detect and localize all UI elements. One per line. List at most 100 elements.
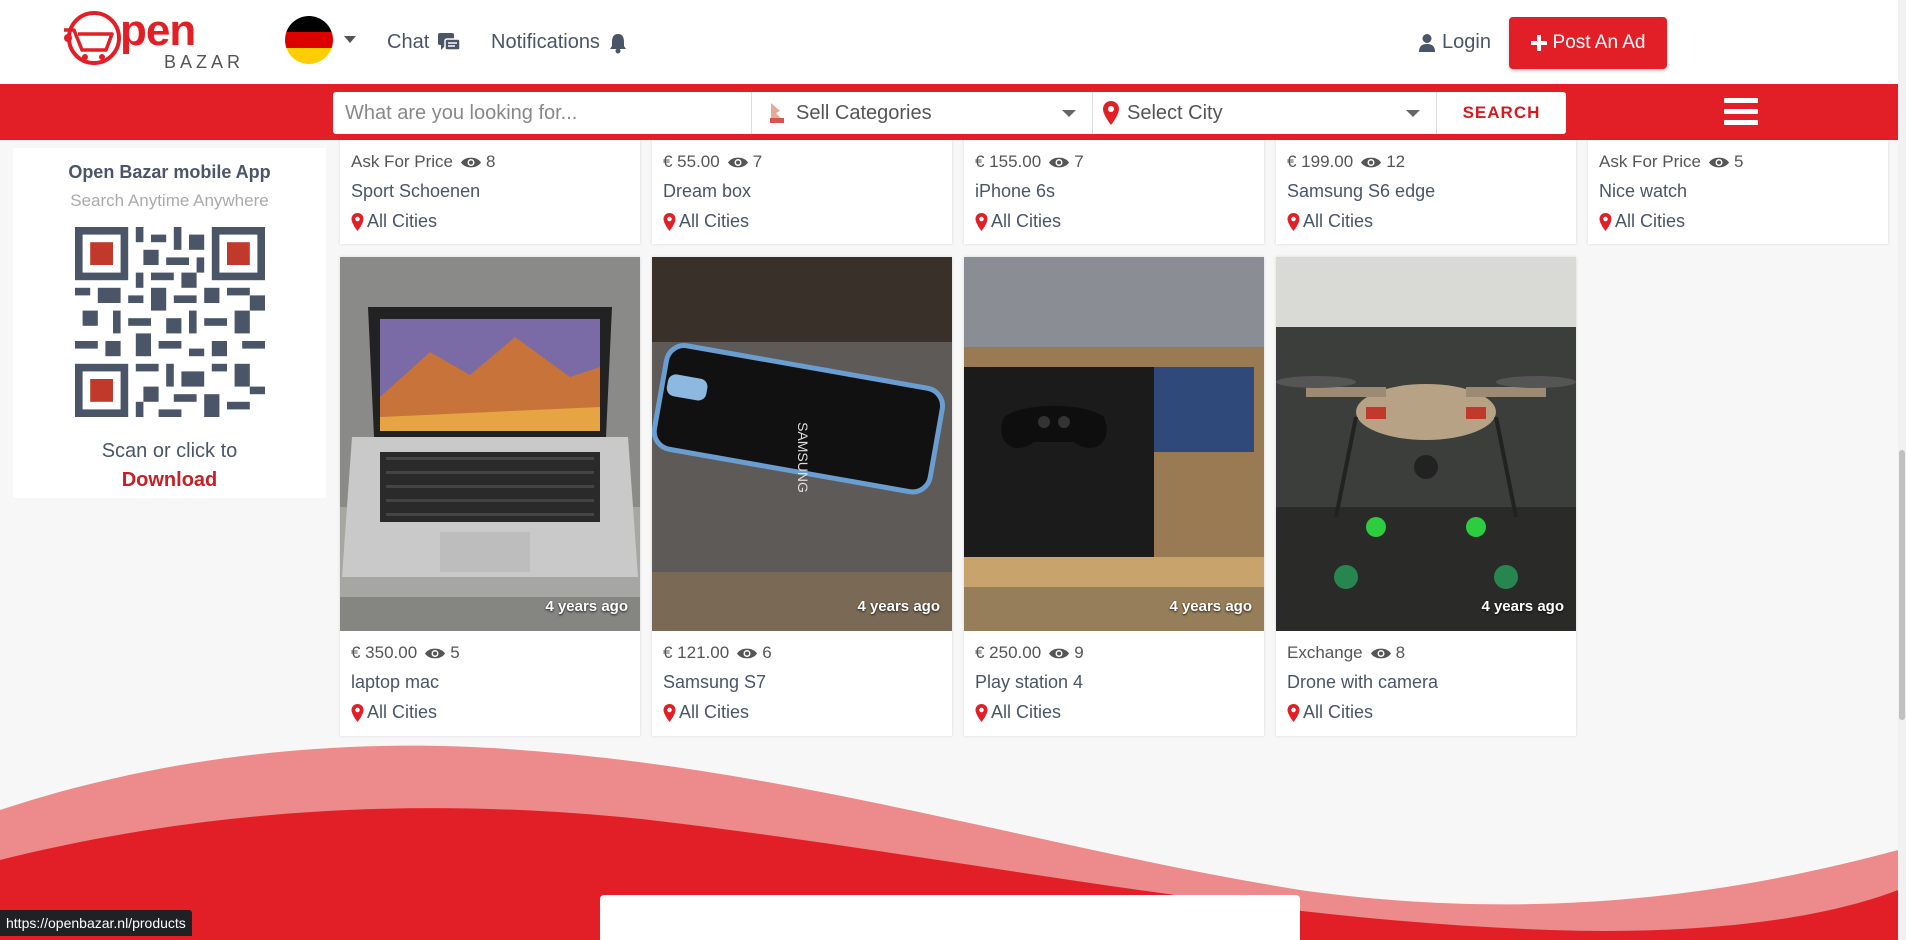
search-placeholder: What are you looking for... [345,102,578,124]
svg-text:SAMSUNG: SAMSUNG [795,422,811,493]
product-card[interactable]: 4 years ago € 250.00 9 Play station 4 Al… [964,257,1264,736]
chat-link[interactable]: Chat [387,31,461,54]
product-card[interactable]: € 155.00 7 iPhone 6s All Cities [964,140,1264,244]
views-count: 5 [425,643,460,663]
product-image[interactable]: SAMSUNG 4 years ago [652,257,952,631]
product-price: € 199.00 [1287,152,1354,171]
post-age: 4 years ago [545,598,628,615]
playstation-image [964,257,1264,631]
login-label: Login [1442,31,1491,53]
product-title[interactable]: Samsung S7 [663,672,941,693]
download-link[interactable]: Download [13,469,326,492]
category-select[interactable]: Sell Categories [751,92,1092,134]
product-location: All Cities [367,702,438,722]
category-chevron-down-icon [1062,110,1076,117]
eye-icon [425,648,446,658]
map-pin-icon [663,212,676,231]
product-price: Ask For Price [1599,152,1702,171]
views-number: 8 [486,152,496,171]
openbazar-logo[interactable]: pen BAZAR [60,6,240,72]
search-bar: What are you looking for... Sell Categor… [0,84,1898,140]
map-pin-icon [351,212,364,231]
category-icon [770,103,784,123]
map-pin-icon [1287,212,1300,231]
views-count: 12 [1361,152,1405,172]
product-price: € 350.00 [351,643,418,662]
product-card[interactable]: Ask For Price 5 Nice watch All Cities [1588,140,1888,244]
views-count: 5 [1709,152,1744,172]
product-title[interactable]: Samsung S6 edge [1287,181,1565,202]
map-pin-icon [1287,703,1300,722]
views-number: 12 [1386,152,1406,171]
views-number: 9 [1074,643,1084,662]
eye-icon [1361,157,1382,167]
views-number: 6 [762,643,772,662]
top-navbar: pen BAZAR Chat Notifications Login Post … [0,0,1898,84]
product-location: All Cities [991,702,1062,722]
product-image[interactable]: 4 years ago [1276,257,1576,631]
views-count: 8 [1370,643,1405,663]
views-count: 6 [737,643,772,663]
search-button[interactable]: SEARCH [1436,92,1566,134]
views-number: 5 [1734,152,1744,171]
product-card[interactable]: SAMSUNG 4 years ago € 121.00 6 Samsung S… [652,257,952,736]
map-pin-icon [351,703,364,722]
views-count: 8 [461,152,496,172]
eye-icon [1370,648,1391,658]
product-title[interactable]: laptop mac [351,672,629,693]
product-title[interactable]: Play station 4 [975,672,1253,693]
product-title[interactable]: Drone with camera [1287,672,1565,693]
product-card[interactable]: 4 years ago € 350.00 5 laptop mac All Ci… [340,257,640,736]
product-location: All Cities [1303,211,1374,231]
map-pin-icon [1599,212,1612,231]
plus-icon [1530,35,1547,51]
product-title[interactable]: Nice watch [1599,181,1877,202]
product-card[interactable]: € 55.00 7 Dream box All Cities [652,140,952,244]
product-title[interactable]: iPhone 6s [975,181,1253,202]
eye-icon [1709,157,1730,167]
product-price: € 121.00 [663,643,730,662]
product-title[interactable]: Sport Schoenen [351,181,629,202]
bell-icon [609,33,626,53]
scrollbar-thumb[interactable] [1899,450,1905,720]
scan-text: Scan or click to [101,440,238,462]
views-count: 7 [727,152,763,172]
product-card[interactable]: 4 years ago Exchange 8 Drone with camera… [1276,257,1576,736]
notifications-label: Notifications [491,31,600,53]
product-image[interactable]: 4 years ago [964,257,1264,631]
map-pin-icon [975,703,988,722]
login-link[interactable]: Login [1418,31,1491,54]
product-title[interactable]: Dream box [663,181,941,202]
product-card[interactable]: € 199.00 12 Samsung S6 edge All Cities [1276,140,1576,244]
map-pin-icon [663,703,676,722]
eye-icon [737,648,758,658]
chat-icon [438,32,461,51]
views-count: 7 [1049,152,1084,172]
product-location: All Cities [679,211,750,231]
menu-hamburger-icon[interactable] [1724,98,1758,126]
search-input[interactable]: What are you looking for... [333,92,751,134]
post-ad-button[interactable]: Post An Ad [1509,17,1667,69]
notifications-link[interactable]: Notifications [491,31,628,54]
product-location: All Cities [1615,211,1686,231]
logo-subtitle: BAZAR [164,52,245,72]
post-age: 4 years ago [1481,598,1564,615]
product-price: Exchange [1287,643,1363,662]
product-image[interactable]: 4 years ago [340,257,640,631]
city-select[interactable]: Select City [1092,92,1436,134]
language-dropdown-caret-icon[interactable] [344,36,356,43]
post-age: 4 years ago [857,598,940,615]
product-card[interactable]: Ask For Price 8 Sport Schoenen All Citie… [340,140,640,244]
eye-icon [461,157,482,167]
product-price: € 250.00 [975,643,1042,662]
product-location: All Cities [991,211,1062,231]
page-scrollbar[interactable] [1898,0,1906,940]
app-title: Open Bazar mobile App [68,162,271,182]
views-number: 7 [752,152,763,171]
cart-logo-icon [64,11,121,65]
eye-icon [1049,648,1070,658]
qr-code-icon[interactable] [74,227,265,417]
product-price: Ask For Price [351,152,454,171]
product-price: € 155.00 [975,152,1042,171]
german-flag-icon[interactable] [285,16,333,64]
